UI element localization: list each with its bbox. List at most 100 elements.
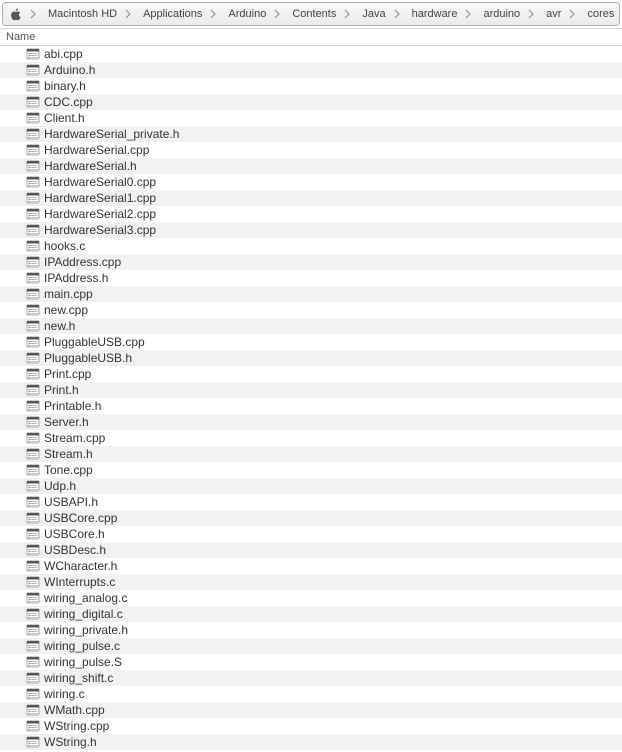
file-row[interactable]: Stream.cpp [0,430,622,446]
source-file-icon [26,288,40,300]
file-row[interactable]: Arduino.h [0,62,622,78]
file-name: Tone.cpp [44,463,93,477]
file-row[interactable]: wiring_digital.c [0,606,622,622]
file-name: wiring_pulse.c [44,639,120,653]
source-file-icon [26,384,40,396]
file-name: HardwareSerial.cpp [44,143,149,157]
file-name: USBCore.cpp [44,511,117,525]
file-row[interactable]: wiring_pulse.S [0,654,622,670]
file-row[interactable]: Print.h [0,382,622,398]
file-list: abi.cppArduino.hbinary.hCDC.cppClient.hH… [0,46,622,750]
source-file-icon [26,448,40,460]
file-row[interactable]: WMath.cpp [0,702,622,718]
file-row[interactable]: Udp.h [0,478,622,494]
file-name: Server.h [44,415,89,429]
file-row[interactable]: HardwareSerial.cpp [0,142,622,158]
file-row[interactable]: WString.h [0,734,622,750]
file-name: CDC.cpp [44,95,93,109]
file-name: WMath.cpp [44,703,105,717]
breadcrumb-item[interactable]: avr [534,3,569,25]
source-file-icon [26,352,40,364]
breadcrumb-item[interactable]: Applications [131,3,210,25]
breadcrumb-item[interactable]: Contents [280,3,344,25]
file-row[interactable]: HardwareSerial3.cpp [0,222,622,238]
file-row[interactable]: Tone.cpp [0,462,622,478]
breadcrumb-item[interactable]: Macintosh HD [36,3,125,25]
file-row[interactable]: HardwareSerial_private.h [0,126,622,142]
file-name: wiring_shift.c [44,671,113,685]
file-name: new.cpp [44,303,88,317]
file-name: WString.cpp [44,719,109,733]
breadcrumb-item[interactable]: cores [575,3,620,25]
source-file-icon [26,688,40,700]
file-row[interactable]: hooks.c [0,238,622,254]
file-row[interactable]: wiring_pulse.c [0,638,622,654]
source-file-icon [26,192,40,204]
file-row[interactable]: new.cpp [0,302,622,318]
apple-logo-icon [9,8,22,21]
file-row[interactable]: IPAddress.cpp [0,254,622,270]
file-row[interactable]: Stream.h [0,446,622,462]
file-row[interactable]: PluggableUSB.h [0,350,622,366]
file-row[interactable]: CDC.cpp [0,94,622,110]
file-row[interactable]: wiring_shift.c [0,670,622,686]
source-file-icon [26,576,40,588]
breadcrumb-label: hardware [412,8,458,20]
file-row[interactable]: main.cpp [0,286,622,302]
file-name: IPAddress.h [44,271,108,285]
source-file-icon [26,608,40,620]
file-row[interactable]: PluggableUSB.cpp [0,334,622,350]
file-name: WCharacter.h [44,559,117,573]
file-name: HardwareSerial3.cpp [44,223,156,237]
file-row[interactable]: WInterrupts.c [0,574,622,590]
source-file-icon [26,112,40,124]
source-file-icon [26,336,40,348]
column-header-name[interactable]: Name [0,28,622,46]
source-file-icon [26,736,40,748]
source-file-icon [26,64,40,76]
source-file-icon [26,400,40,412]
file-row[interactable]: HardwareSerial.h [0,158,622,174]
source-file-icon [26,464,40,476]
source-file-icon [26,96,40,108]
file-row[interactable]: abi.cpp [0,46,622,62]
file-row[interactable]: wiring_analog.c [0,590,622,606]
file-row[interactable]: USBCore.cpp [0,510,622,526]
breadcrumb-item[interactable]: arduino [471,3,528,25]
file-row[interactable]: USBDesc.h [0,542,622,558]
file-row[interactable]: HardwareSerial2.cpp [0,206,622,222]
file-row[interactable]: WCharacter.h [0,558,622,574]
file-row[interactable]: HardwareSerial0.cpp [0,174,622,190]
file-row[interactable]: wiring.c [0,686,622,702]
file-row[interactable]: IPAddress.h [0,270,622,286]
breadcrumb-label: Arduino [228,8,266,20]
file-name: new.h [44,319,75,333]
file-row[interactable]: HardwareSerial1.cpp [0,190,622,206]
file-row[interactable]: Server.h [0,414,622,430]
breadcrumb-label: arduino [483,8,520,20]
file-row[interactable]: Print.cpp [0,366,622,382]
file-row[interactable]: WString.cpp [0,718,622,734]
file-name: Arduino.h [44,63,95,77]
breadcrumb-item[interactable]: Arduino [216,3,274,25]
file-row[interactable]: binary.h [0,78,622,94]
file-row[interactable]: Client.h [0,110,622,126]
breadcrumb-item[interactable]: hardware [400,3,466,25]
file-row[interactable]: Printable.h [0,398,622,414]
file-name: wiring.c [44,687,85,701]
file-row[interactable]: USBCore.h [0,526,622,542]
file-row[interactable]: USBAPI.h [0,494,622,510]
file-row[interactable]: new.h [0,318,622,334]
breadcrumb-root[interactable] [3,3,30,25]
breadcrumb-label: cores [587,8,614,20]
file-row[interactable]: wiring_private.h [0,622,622,638]
file-name: Stream.cpp [44,431,105,445]
source-file-icon [26,480,40,492]
breadcrumb-label: avr [546,8,561,20]
source-file-icon [26,368,40,380]
source-file-icon [26,656,40,668]
breadcrumb-item[interactable]: Java [350,3,393,25]
source-file-icon [26,720,40,732]
file-name: hooks.c [44,239,85,253]
file-name: binary.h [44,79,86,93]
